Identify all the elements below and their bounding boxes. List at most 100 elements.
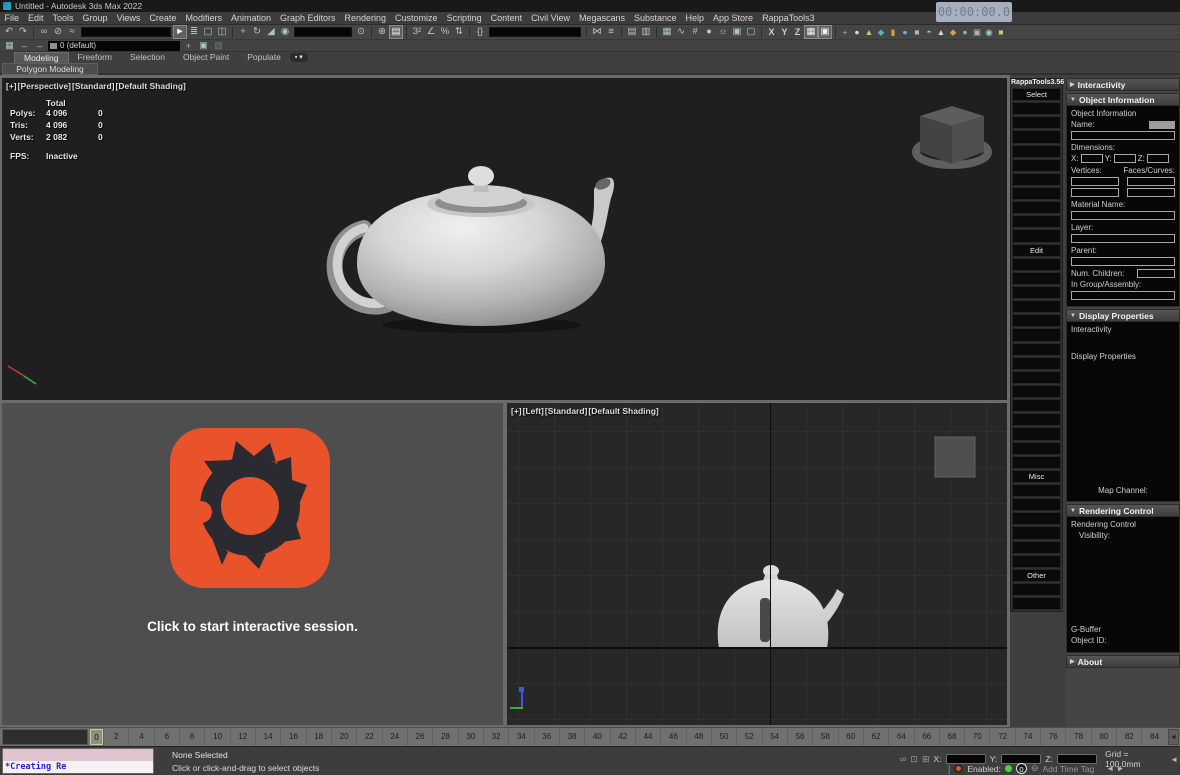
menu-item[interactable]: Substance xyxy=(629,12,681,24)
ribbon-tab-freeform[interactable]: Freeform xyxy=(69,52,121,63)
create-layer-icon[interactable]: + xyxy=(182,41,195,51)
name-field[interactable] xyxy=(1071,131,1175,140)
rappatools-button[interactable] xyxy=(1012,526,1061,540)
keyboard-shortcut-override-icon[interactable]: ▤ xyxy=(389,25,403,39)
dimension-y-field[interactable] xyxy=(1113,154,1136,163)
select-and-place-icon[interactable]: ◉ xyxy=(278,25,292,39)
corona-start-message[interactable]: Click to start interactive session. xyxy=(2,619,503,634)
edit-named-selection-sets-icon[interactable]: {} xyxy=(473,25,487,39)
rappatools-button[interactable] xyxy=(1012,172,1061,186)
vertices-field[interactable] xyxy=(1071,177,1119,186)
menu-item[interactable]: Modifiers xyxy=(181,12,227,24)
select-object-icon[interactable]: ► xyxy=(173,25,187,39)
menu-item[interactable]: Rendering xyxy=(340,12,391,24)
script-icon[interactable]: ▣ xyxy=(971,25,983,39)
rappatools-button[interactable] xyxy=(1012,257,1061,271)
script-icon[interactable]: ■ xyxy=(911,25,923,39)
select-and-rotate-icon[interactable]: ↻ xyxy=(250,25,264,39)
script-icon[interactable]: ▲ xyxy=(863,25,875,39)
ribbon-tab-populate[interactable]: Populate xyxy=(238,52,290,63)
select-by-name-icon[interactable]: ≣ xyxy=(187,25,201,39)
script-icon[interactable]: ■ xyxy=(995,25,1007,39)
rappatools-button[interactable] xyxy=(1012,582,1061,597)
rappatools-button[interactable] xyxy=(1012,314,1061,328)
time-slider-handle[interactable]: 0 xyxy=(90,729,103,745)
rewind-icon[interactable]: ◄◄ xyxy=(1170,755,1180,764)
selection-region-icon[interactable]: ▢ xyxy=(201,25,215,39)
script-icon[interactable]: + xyxy=(839,25,851,39)
window-crossing-icon[interactable]: ◫ xyxy=(215,25,229,39)
ribbon-tab-object-paint[interactable]: Object Paint xyxy=(174,52,238,63)
rappatools-button[interactable] xyxy=(1012,271,1061,285)
select-in-layer-icon[interactable]: ▨ xyxy=(212,40,225,51)
menu-item[interactable]: Scripting xyxy=(442,12,486,24)
selection-lock-icon[interactable]: ∞ xyxy=(900,754,906,764)
unlink-selection-icon[interactable]: ⊘ xyxy=(51,25,65,39)
rollout-object-information[interactable]: ▼ Object Information xyxy=(1066,93,1180,106)
rappatools-button[interactable] xyxy=(1012,384,1061,399)
menu-item[interactable]: Customize xyxy=(391,12,443,24)
schematic-view-icon[interactable]: # xyxy=(688,25,702,39)
toggle-ribbon-icon[interactable]: ▦ xyxy=(660,25,674,39)
object-color-swatch[interactable] xyxy=(1149,120,1175,129)
spinner-snap-icon[interactable]: ⇅ xyxy=(452,25,466,39)
rappatools-button[interactable] xyxy=(1012,158,1061,172)
rappatools-button[interactable] xyxy=(1012,144,1061,158)
menu-item[interactable]: Animation xyxy=(226,12,275,24)
rappatools-button[interactable] xyxy=(1012,370,1061,384)
ribbon-overflow-button[interactable]: ▪ ▾ xyxy=(289,53,308,62)
menu-item[interactable]: Edit xyxy=(24,12,49,24)
percent-snap-icon[interactable]: % xyxy=(438,25,452,39)
mirror-icon[interactable]: ⋈ xyxy=(590,25,604,39)
reference-coordinate-dropdown[interactable] xyxy=(294,27,352,37)
viewport-label-segment[interactable]: [Default Shading] xyxy=(588,406,658,416)
menu-item[interactable]: RappaTools3 xyxy=(758,12,820,24)
use-pivot-point-icon[interactable]: ⊙ xyxy=(354,25,368,39)
listener-macro-row[interactable] xyxy=(3,749,153,761)
rappatools-button[interactable] xyxy=(1012,116,1061,130)
material-name-field[interactable] xyxy=(1071,211,1175,220)
parent-field[interactable] xyxy=(1071,257,1175,266)
redo-icon[interactable]: ↷ xyxy=(16,25,30,39)
step-arrows-icon[interactable]: ◄ ► xyxy=(1106,764,1124,773)
active-layer-dropdown[interactable]: 0 (default) xyxy=(48,40,180,51)
layer-field[interactable] xyxy=(1071,234,1175,243)
menu-item[interactable]: Help xyxy=(681,12,709,24)
polygon-modeling-panel-tab[interactable]: Polygon Modeling xyxy=(2,63,98,75)
menu-item[interactable]: File xyxy=(0,12,24,24)
isolate-selection-icon[interactable]: ⊡ xyxy=(910,754,918,765)
rappatools-button[interactable] xyxy=(1012,455,1061,469)
script-icon[interactable]: ● xyxy=(899,25,911,39)
layer-manager-icon[interactable]: ▦ xyxy=(3,40,16,51)
render-production-icon[interactable]: ▢ xyxy=(744,25,758,39)
time-ruler[interactable]: 2 4 6 8 10 12 14 16 18 20 22 24 26 28 30 32 34 36 38 40 42 44… xyxy=(103,728,1167,746)
listener-script-row[interactable]: *Creating Re xyxy=(3,761,153,773)
script-icon[interactable]: ◉ xyxy=(983,25,995,39)
rappatools-button[interactable] xyxy=(1012,186,1061,201)
rappatools-button[interactable] xyxy=(1012,512,1061,526)
corona-counter-badge[interactable]: 0 xyxy=(1015,763,1027,774)
rappatools-button[interactable] xyxy=(1012,285,1061,300)
script-icon[interactable]: ● xyxy=(851,25,863,39)
rappatools-button[interactable] xyxy=(1012,498,1061,512)
viewport-label-segment[interactable]: [Standard] xyxy=(72,81,115,91)
vertices-selected-field[interactable] xyxy=(1071,188,1119,197)
curve-editor-icon[interactable]: ∿ xyxy=(674,25,688,39)
perspective-viewport[interactable]: [+] [Perspective] [Standard] [Default Shadi… xyxy=(2,78,1007,400)
toggle-layer-explorer-icon[interactable]: ▥ xyxy=(639,25,653,39)
viewport-label-segment[interactable]: [+] xyxy=(511,406,522,416)
toggle-scene-explorer-icon[interactable]: ▤ xyxy=(625,25,639,39)
menu-item[interactable]: Content xyxy=(486,12,527,24)
rappatools-button[interactable] xyxy=(1012,201,1061,215)
menu-item[interactable]: Views xyxy=(112,12,145,24)
rappatools-button[interactable] xyxy=(1012,413,1061,427)
rappatools-button[interactable]: Misc xyxy=(1012,469,1061,483)
select-and-move-icon[interactable]: + xyxy=(236,25,250,39)
rollout-display-properties[interactable]: ▼ Display Properties xyxy=(1066,309,1180,322)
rappatools-button[interactable] xyxy=(1012,229,1061,243)
rappatools-button[interactable]: Select xyxy=(1012,88,1061,102)
menu-item[interactable]: Graph Editors xyxy=(275,12,340,24)
rappatools-button[interactable] xyxy=(1012,540,1061,554)
constraint-plane-alt-icon[interactable]: ▣ xyxy=(818,25,832,39)
menu-item[interactable]: Megascans xyxy=(574,12,629,24)
